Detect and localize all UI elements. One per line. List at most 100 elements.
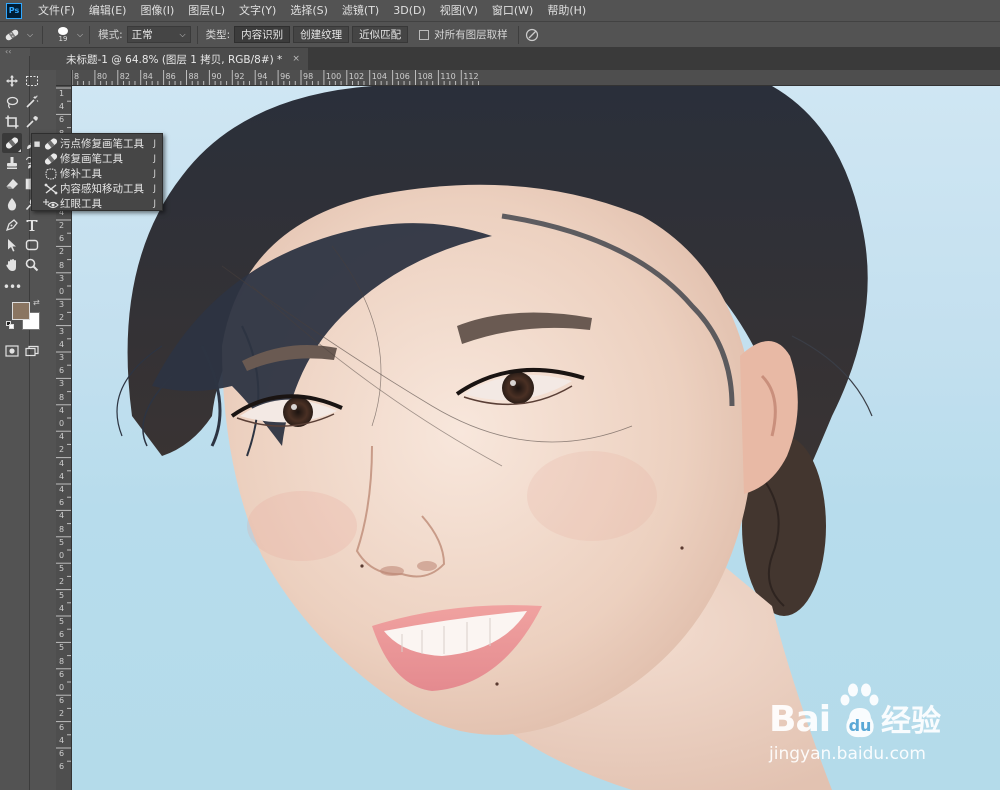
ruler-label: 4	[59, 458, 65, 468]
document-tab[interactable]: 未标题-1 @ 64.8% (图层 1 拷贝, RGB/8#) * ×	[30, 48, 308, 70]
ruler-label: 0	[59, 551, 65, 560]
ruler-label: 104	[371, 72, 387, 81]
photoshop-window: Ps 文件(F) 编辑(E) 图像(I) 图层(L) 文字(Y) 选择(S) 滤…	[0, 0, 1000, 790]
quick-mask-icon[interactable]	[2, 341, 22, 361]
brush-size-picker[interactable]: 19	[55, 26, 71, 43]
menu-view[interactable]: 视图(V)	[433, 0, 485, 22]
default-colors-icon[interactable]	[6, 321, 14, 329]
ruler-label: 0	[59, 683, 65, 692]
sample-all-layers-checkbox[interactable]	[419, 29, 430, 40]
ruler-label: 88	[188, 72, 199, 81]
menu-filter[interactable]: 滤镜(T)	[335, 0, 386, 22]
ruler-label: 5	[59, 590, 65, 600]
type-icon[interactable]	[22, 215, 42, 235]
ruler-label: 98	[303, 72, 314, 81]
ruler-label: 5	[59, 564, 65, 574]
ruler-label: 8	[59, 656, 65, 666]
flyout-item-label: 内容感知移动工具	[60, 183, 144, 195]
color-swatches: ⇄	[6, 298, 46, 338]
document-tab-bar: 未标题-1 @ 64.8% (图层 1 拷贝, RGB/8#) * ×	[30, 48, 1000, 70]
ruler-label: 3	[59, 300, 65, 310]
flyout-item-healing-brush[interactable]: 修复画笔工具 J	[32, 151, 162, 166]
divider	[42, 25, 43, 44]
menu-layer[interactable]: 图层(L)	[181, 0, 232, 22]
type-content-aware-button[interactable]: 内容识别	[234, 26, 291, 43]
ruler-label: 8	[59, 260, 65, 270]
zoom-icon[interactable]	[22, 255, 42, 275]
close-icon[interactable]: ×	[292, 54, 300, 64]
flyout-item-red-eye[interactable]: 红眼工具 J	[32, 196, 162, 211]
blur-icon[interactable]	[2, 194, 22, 214]
marquee-icon[interactable]	[22, 71, 42, 91]
menu-window[interactable]: 窗口(W)	[485, 0, 540, 22]
chevron-down-icon: ⌵	[179, 29, 186, 39]
more-tools-icon[interactable]: •••	[2, 277, 22, 297]
swap-colors-icon[interactable]: ⇄	[33, 298, 40, 307]
spot-healing-brush-icon	[5, 29, 19, 40]
mode-select[interactable]: 正常 ⌵	[126, 26, 191, 43]
chevron-down-icon[interactable]: ⌵	[77, 30, 83, 40]
divider	[89, 25, 91, 44]
stamp-icon[interactable]	[2, 153, 22, 173]
magic-wand-icon[interactable]	[22, 92, 42, 112]
ruler-label: 0	[59, 287, 65, 296]
shortcut-key: J	[153, 183, 156, 194]
ruler-label: 6	[59, 696, 65, 706]
ruler-label: 6	[59, 669, 65, 679]
flyout-item-content-aware-move[interactable]: 内容感知移动工具 J	[32, 181, 162, 196]
baidu-du-logo: du	[846, 708, 874, 738]
menu-file[interactable]: 文件(F)	[31, 0, 82, 22]
type-label: 类型:	[205, 29, 231, 41]
screen-mode-icon[interactable]	[22, 341, 42, 361]
ruler-label: 0	[59, 419, 65, 428]
shape-icon[interactable]	[22, 235, 42, 255]
lasso-icon[interactable]	[2, 92, 22, 112]
menu-select[interactable]: 选择(S)	[283, 0, 335, 22]
eraser-icon[interactable]	[2, 174, 22, 194]
foreground-color-swatch[interactable]	[12, 302, 30, 320]
ruler-label: 4	[59, 485, 65, 494]
ruler-label: 96	[280, 72, 291, 81]
type-proximity-match-button[interactable]: 近似匹配	[352, 26, 409, 43]
hand-icon[interactable]	[2, 255, 22, 275]
type-create-texture-button[interactable]: 创建纹理	[293, 26, 350, 43]
ruler-label: 6	[59, 630, 65, 640]
selected-indicator: ■	[33, 139, 41, 148]
ruler-label: 6	[59, 749, 65, 758]
ruler-label: 2	[59, 313, 65, 323]
menu-help[interactable]: 帮助(H)	[540, 0, 593, 22]
shortcut-key: J	[153, 168, 156, 179]
shortcut-key: J	[153, 198, 156, 209]
panel-collapse-glyph[interactable]: ‹‹	[0, 48, 30, 56]
ruler-label: 4	[59, 339, 65, 349]
tool-preset-picker[interactable]: ⌵	[0, 22, 36, 48]
svg-text:du: du	[849, 716, 872, 735]
menu-type[interactable]: 文字(Y)	[232, 0, 283, 22]
ruler-label: 2	[59, 247, 65, 257]
ruler-label: 108	[417, 72, 433, 81]
ruler-label: 4	[59, 511, 65, 521]
move-icon[interactable]	[2, 71, 22, 91]
pressure-size-icon[interactable]	[525, 28, 539, 42]
healing-brush-icon[interactable]	[2, 133, 22, 153]
crop-icon[interactable]	[2, 112, 22, 132]
ruler-label: 8	[74, 72, 80, 81]
pen-icon[interactable]	[2, 215, 22, 235]
ruler-label: 3	[59, 326, 65, 336]
divider	[196, 25, 198, 44]
flyout-item-label: 修复画笔工具	[60, 153, 123, 165]
menu-edit[interactable]: 编辑(E)	[82, 0, 134, 22]
horizontal-ruler[interactable]: 8 80 82 84 86 88 90 92 94 96 98 100 102 104 106 108 110 1…	[56, 70, 1000, 86]
sample-all-layers-label: 对所有图层取样	[434, 29, 508, 41]
flyout-item-spot-healing[interactable]: ■ 污点修复画笔工具 J	[32, 136, 162, 151]
menu-image[interactable]: 图像(I)	[133, 0, 181, 22]
flyout-item-patch[interactable]: 修补工具 J	[32, 166, 162, 181]
ruler-label: 5	[59, 617, 65, 626]
ruler-label: 5	[59, 537, 65, 547]
path-select-icon[interactable]	[2, 235, 22, 255]
eyedropper-icon[interactable]	[22, 112, 42, 132]
ruler-origin[interactable]	[56, 70, 72, 86]
ruler-label: 1	[59, 89, 65, 98]
ruler-label: 82	[119, 72, 130, 81]
menu-3d[interactable]: 3D(D)	[386, 0, 433, 22]
